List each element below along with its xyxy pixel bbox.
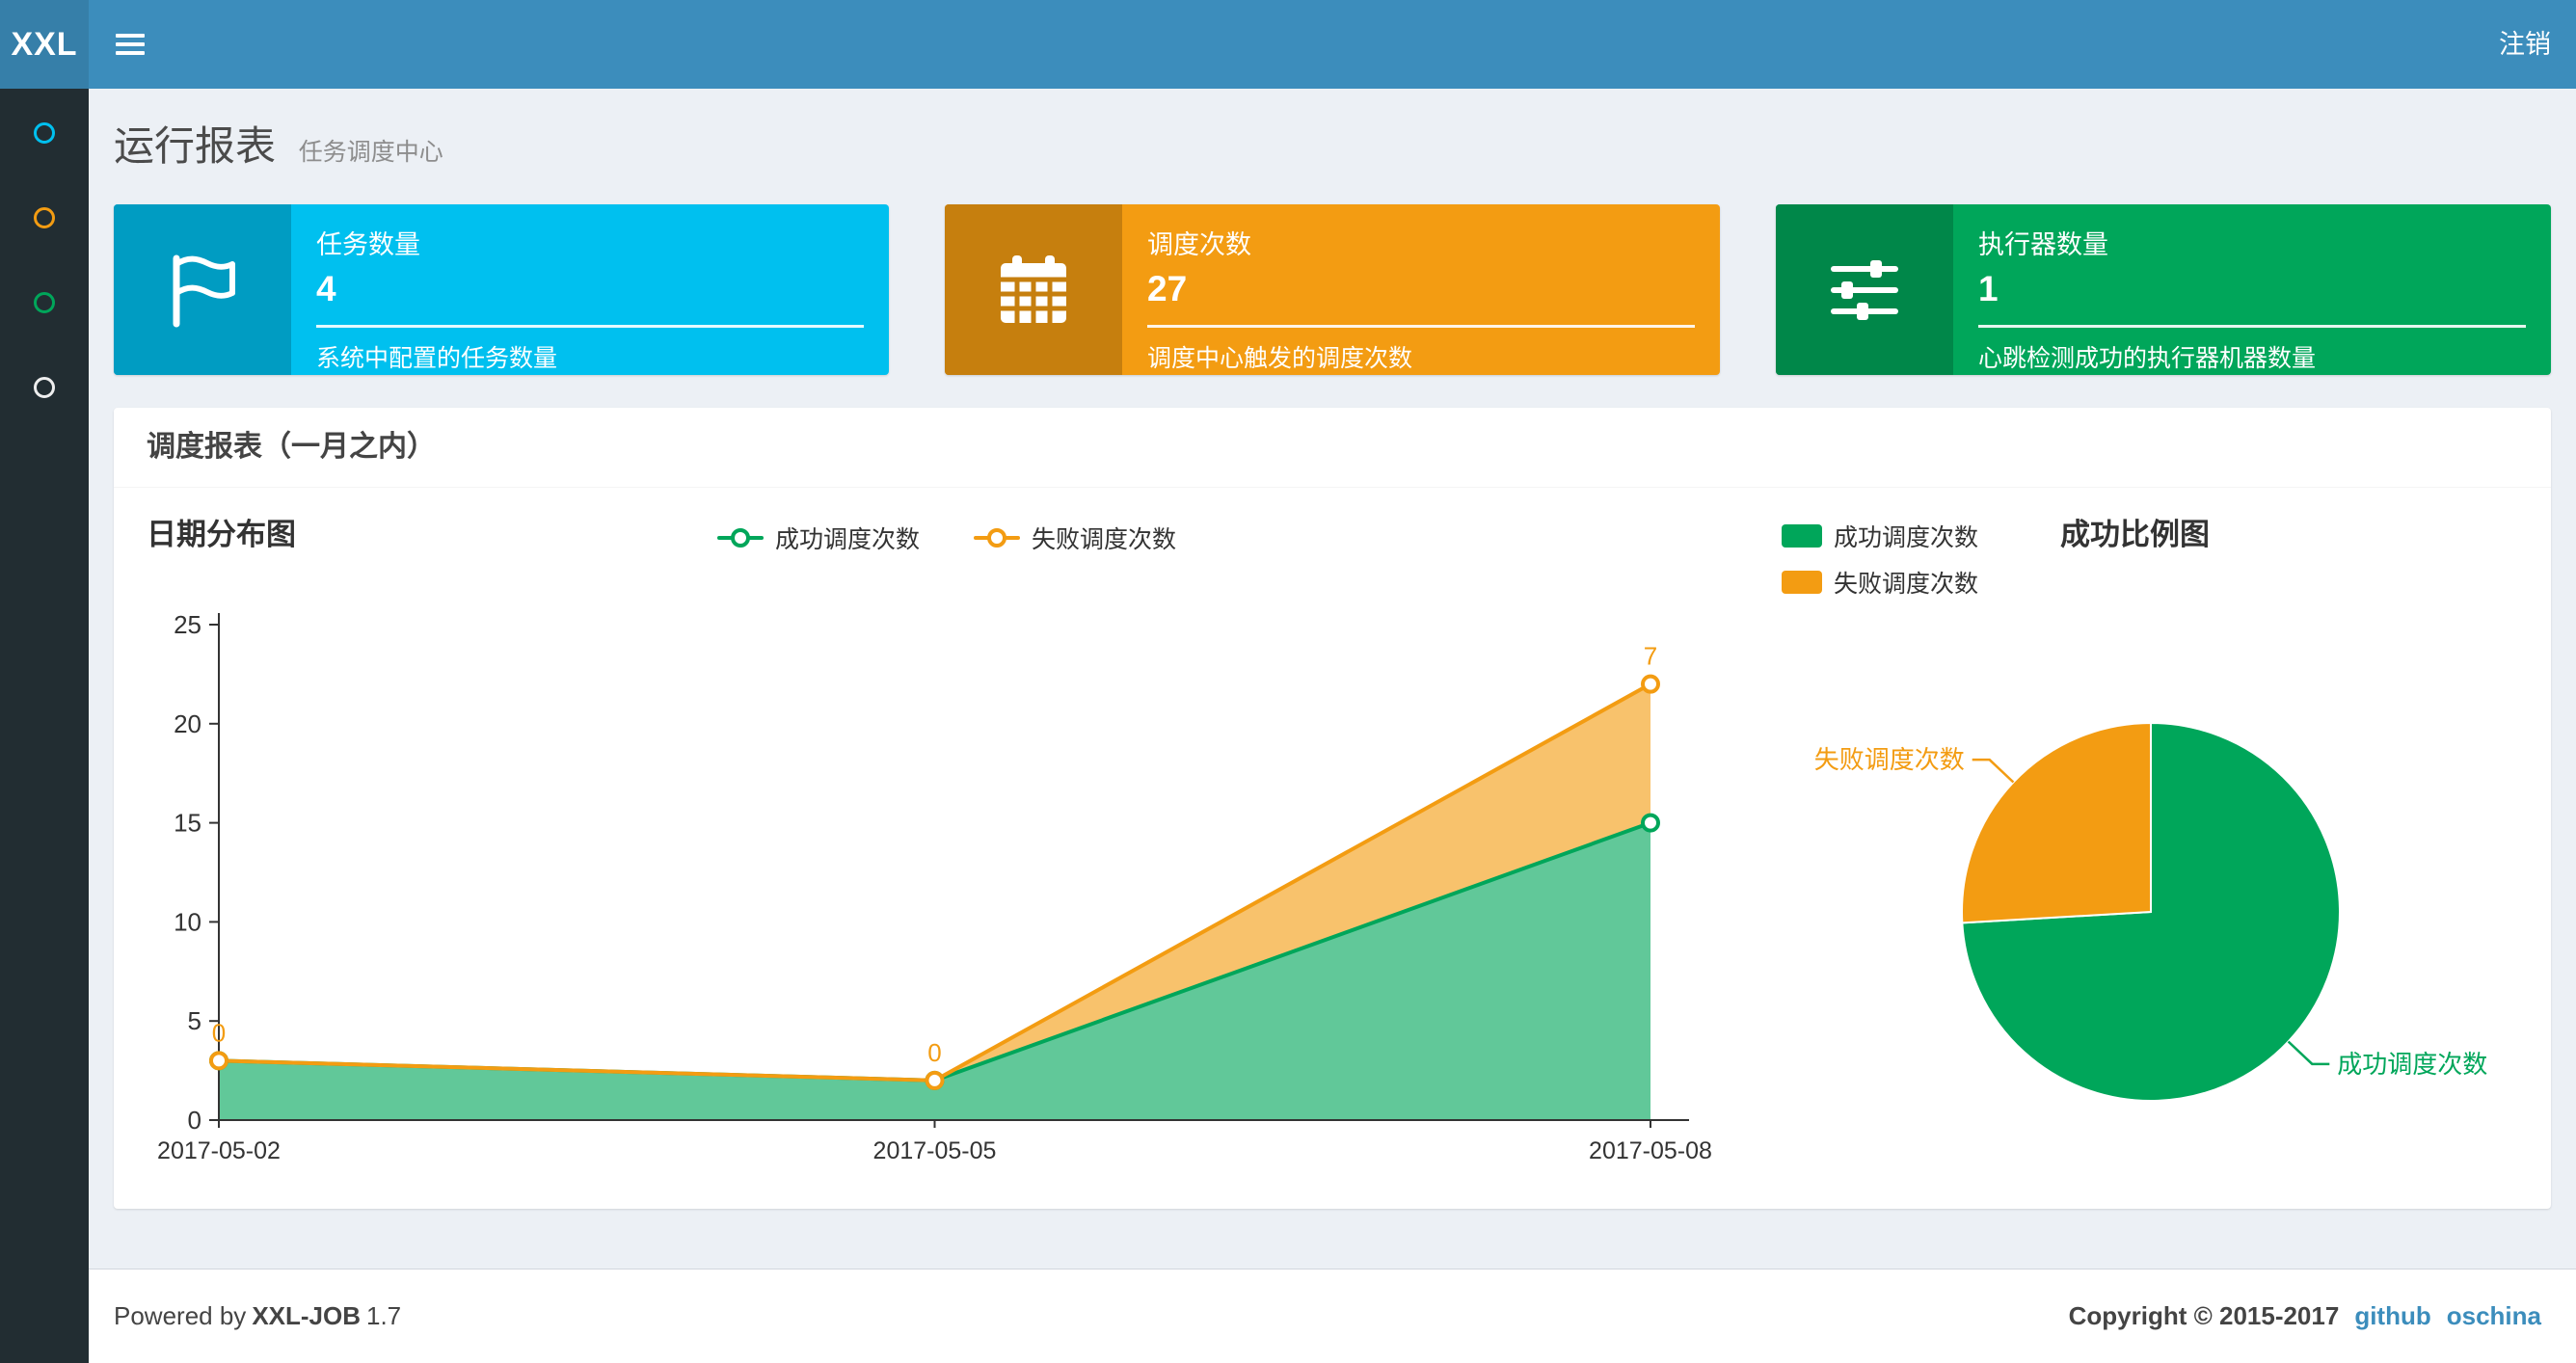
logout-link[interactable]: 注销 — [2474, 0, 2576, 89]
info-box-content: 任务数量 4 系统中配置的任务数量 — [291, 204, 889, 375]
info-box-content: 调度次数 27 调度中心触发的调度次数 — [1122, 204, 1720, 375]
point-label: 0 — [927, 1038, 941, 1067]
y-tick-label: 5 — [188, 1006, 201, 1035]
info-box-executors: 执行器数量 1 心跳检测成功的执行器机器数量 — [1776, 204, 2551, 375]
y-tick-label: 25 — [174, 610, 201, 639]
line-chart-legend: 成功调度次数 失败调度次数 — [147, 521, 1747, 555]
circle-icon — [34, 122, 55, 144]
info-box-value: 27 — [1147, 269, 1188, 308]
line-marker-icon — [974, 536, 1020, 540]
oschina-link[interactable]: oschina — [2447, 1301, 2541, 1331]
info-box-desc: 系统中配置的任务数量 — [316, 345, 558, 372]
legend-label: 成功调度次数 — [1834, 524, 1979, 551]
panel-title: 调度报表（一月之内） — [114, 408, 2551, 488]
panel-body: 日期分布图 成功调度次数 失败调度次数 0 5 10 15 20 25 2017… — [114, 488, 2551, 1209]
footer-right: Copyright © 2015-2017 github oschina — [2069, 1301, 2541, 1331]
top-navbar: XXL 注销 — [0, 0, 2576, 89]
sliders-icon — [1776, 204, 1953, 375]
point-label: 0 — [212, 1018, 226, 1047]
sidebar — [0, 89, 89, 1363]
x-category-label: 2017-05-05 — [873, 1137, 997, 1164]
line-chart-head: 日期分布图 成功调度次数 失败调度次数 — [147, 515, 1747, 582]
legend-label: 失败调度次数 — [1834, 571, 1979, 598]
progress-bar — [1147, 325, 1695, 328]
flag-icon — [114, 204, 291, 375]
page-title-text: 运行报表 — [114, 123, 277, 169]
github-link[interactable]: github — [2354, 1301, 2430, 1331]
info-box-jobs: 任务数量 4 系统中配置的任务数量 — [114, 204, 889, 375]
copyright-text: Copyright © 2015-2017 — [2068, 1301, 2340, 1330]
page-subtitle: 任务调度中心 — [298, 139, 443, 166]
info-box-triggers: 调度次数 27 调度中心触发的调度次数 — [945, 204, 1720, 375]
pie-chart-legend: 成功调度次数 失败调度次数 — [1782, 519, 1978, 611]
marker-series-0 — [1641, 813, 1660, 833]
swatch-icon — [1782, 571, 1822, 594]
info-box-row: 任务数量 4 系统中配置的任务数量 调度次数 27 调度中心触发的调度次数 执行… — [114, 204, 2551, 375]
legend-item-fail[interactable]: 失败调度次数 — [1782, 565, 1978, 600]
circle-icon — [34, 377, 55, 398]
date-distribution-plot: 05101520252017-05-02 2017-05-05 2017-05-08… — [157, 610, 1712, 1164]
marker-series-1 — [925, 1070, 945, 1090]
info-box-label: 任务数量 — [316, 230, 420, 259]
legend-item-success[interactable]: 成功调度次数 — [1782, 519, 1978, 553]
content-area: 运行报表 任务调度中心 任务数量 4 系统中配置的任务数量 调度次数 27 调度… — [89, 89, 2576, 1269]
calendar-icon — [945, 204, 1122, 375]
info-box-value: 4 — [316, 269, 336, 308]
swatch-icon — [1782, 524, 1822, 548]
y-tick-label: 0 — [188, 1106, 201, 1135]
legend-label: 成功调度次数 — [774, 526, 920, 553]
point-label: 7 — [1644, 642, 1657, 671]
page-title: 运行报表 任务调度中心 — [114, 125, 2551, 174]
x-category-label: 2017-05-08 — [1589, 1137, 1712, 1164]
y-tick-label: 20 — [174, 709, 201, 738]
pie-label-line — [1972, 758, 2015, 784]
legend-item-success[interactable]: 成功调度次数 — [716, 521, 920, 555]
x-category-label: 2017-05-02 — [157, 1137, 281, 1164]
pie-label-line — [2287, 1040, 2330, 1066]
info-box-content: 执行器数量 1 心跳检测成功的执行器机器数量 — [1953, 204, 2551, 375]
circle-icon — [34, 292, 55, 313]
legend-item-fail[interactable]: 失败调度次数 — [974, 521, 1176, 555]
hamburger-icon — [116, 29, 145, 60]
info-box-desc: 调度中心触发的调度次数 — [1147, 345, 1413, 372]
date-distribution-chart: 日期分布图 成功调度次数 失败调度次数 0 5 10 15 20 25 2017… — [147, 515, 1747, 1180]
info-box-desc: 心跳检测成功的执行器机器数量 — [1978, 345, 2317, 372]
y-tick-label: 10 — [174, 907, 201, 936]
info-box-value: 1 — [1978, 269, 1999, 308]
app-name: XXL-JOB — [252, 1301, 361, 1330]
app-wrapper: XXL 注销 运行报表 任务调度中心 任务数量 4 系统中配置的任务数量 调度次… — [0, 0, 2576, 1363]
pie-label-text: 成功调度次数 — [2337, 1050, 2487, 1079]
progress-bar — [1978, 325, 2526, 328]
pie-slice-1 — [1961, 721, 2152, 924]
info-box-label: 执行器数量 — [1978, 230, 2108, 259]
navbar: 注销 — [89, 0, 2576, 89]
content-header: 运行报表 任务调度中心 — [114, 125, 2551, 174]
powered-by: Powered by XXL-JOB 1.7 — [114, 1301, 401, 1331]
marker-series-1 — [209, 1051, 228, 1071]
sidebar-item-1[interactable] — [0, 91, 89, 175]
info-box-label: 调度次数 — [1147, 230, 1251, 259]
pie-chart-title: 成功比例图 — [2060, 518, 2210, 551]
sidebar-item-2[interactable] — [0, 175, 89, 260]
sidebar-item-3[interactable] — [0, 260, 89, 345]
pie-label-text: 失败调度次数 — [1814, 745, 1965, 774]
sidebar-item-4[interactable] — [0, 345, 89, 430]
progress-bar — [316, 325, 864, 328]
circle-icon — [34, 207, 55, 228]
report-panel: 调度报表（一月之内） 日期分布图 成功调度次数 失败调度次数 0 5 10 15… — [114, 408, 2551, 1209]
success-ratio-chart: 成功调度次数 失败调度次数 成功比例图 成功调度次数 失败调度次数 — [1747, 515, 2522, 1180]
marker-series-1 — [1641, 674, 1660, 694]
y-tick-label: 15 — [174, 809, 201, 838]
line-marker-icon — [716, 536, 764, 540]
sidebar-toggle-button[interactable] — [89, 0, 172, 89]
legend-label: 失败调度次数 — [1032, 526, 1177, 553]
app-logo[interactable]: XXL — [0, 0, 89, 89]
app-version: 1.7 — [366, 1301, 402, 1330]
powered-by-prefix: Powered by — [114, 1301, 247, 1330]
main-footer: Powered by XXL-JOB 1.7 Copyright © 2015-20… — [89, 1269, 2576, 1363]
